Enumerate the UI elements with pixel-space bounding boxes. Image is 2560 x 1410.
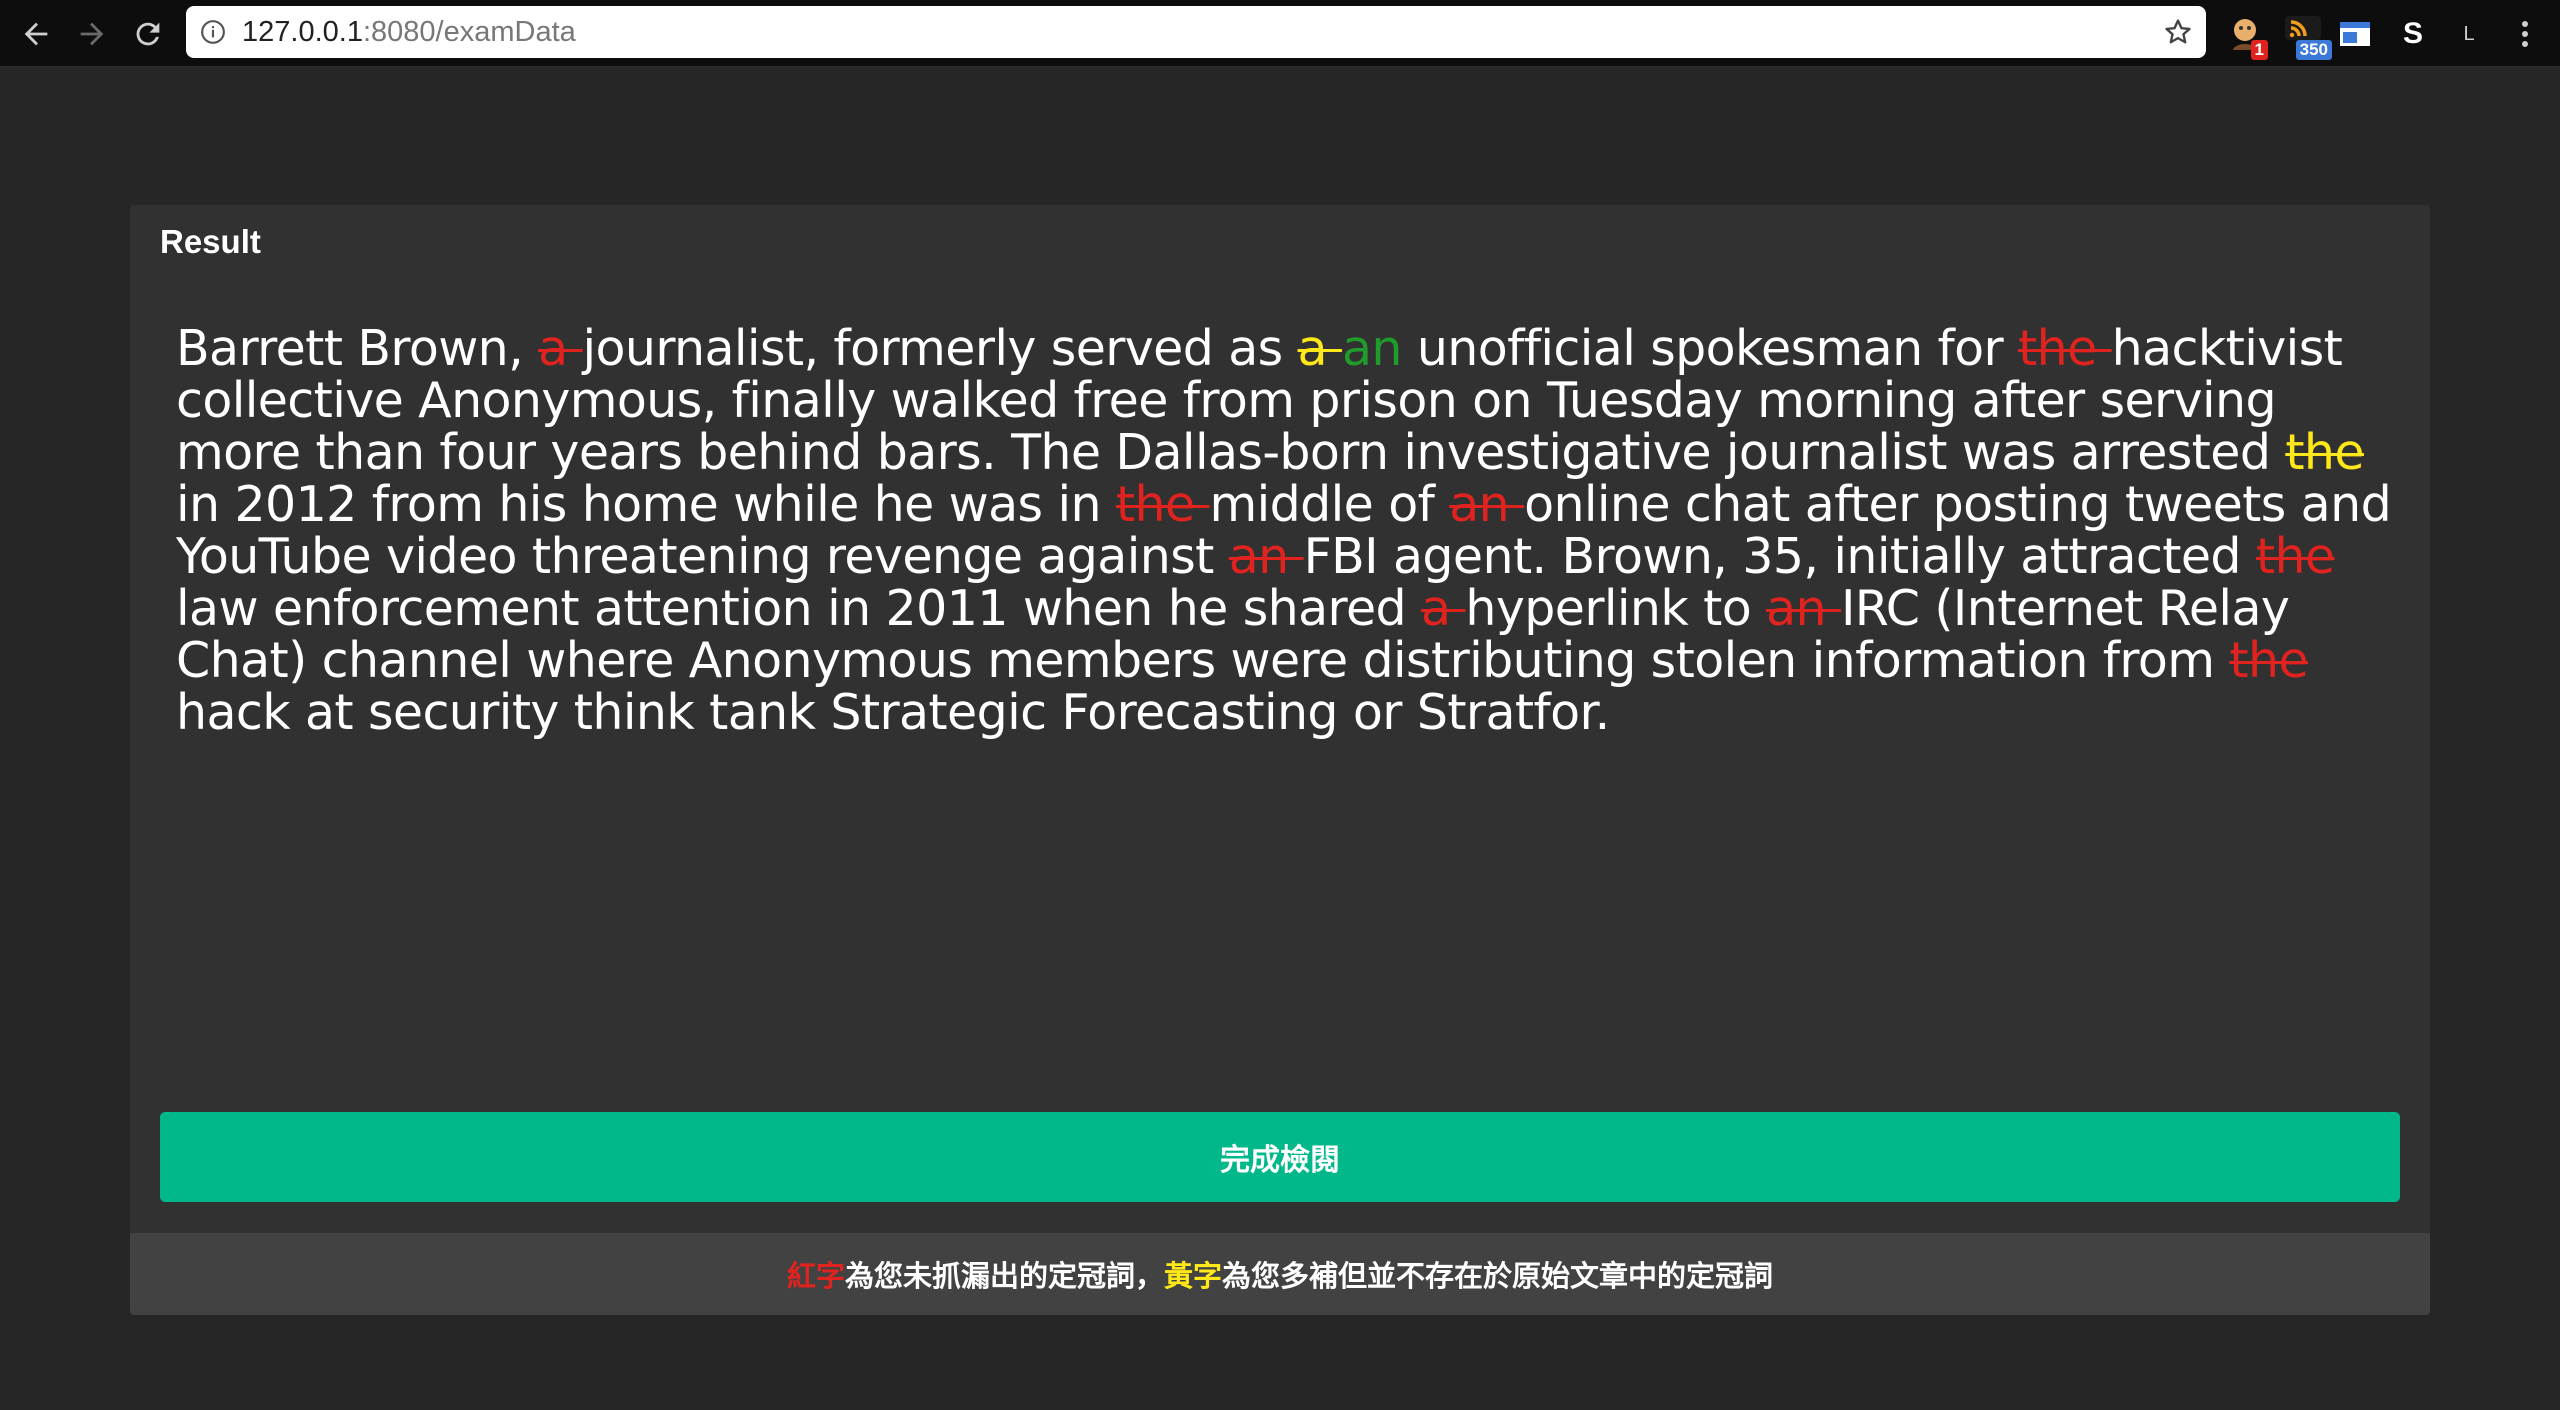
missed-article-word: an	[1228, 528, 1304, 585]
extra-article-word: a	[1297, 320, 1342, 377]
extra-article-word: the	[2285, 424, 2364, 481]
url-text: 127.0.0.1:8080/examData	[242, 15, 576, 48]
missed-article-word: an	[1766, 580, 1841, 637]
article-text-segment: hyperlink to	[1465, 580, 1767, 637]
missed-article-word: the	[2255, 528, 2335, 585]
article-text-segment: FBI agent. Brown, 35, initially attracte…	[1303, 528, 2256, 585]
result-card: Result Barrett Brown, a journalist, form…	[130, 205, 2430, 1315]
window-extension[interactable]	[2338, 10, 2372, 58]
article-text-segment: middle of	[1209, 476, 1450, 533]
window-extension-icon	[2340, 22, 2370, 46]
reload-icon	[136, 22, 160, 46]
missed-article-word: the	[2229, 632, 2309, 689]
extension-badge: 1	[2250, 40, 2268, 60]
article-text: Barrett Brown, a journalist, formerly se…	[176, 323, 2406, 739]
missed-article-word: a	[1421, 580, 1466, 637]
legend-red-description: 為您未抓漏出的定冠詞，	[844, 1259, 1164, 1293]
missed-article-word: a	[538, 320, 583, 377]
legend-yellow-description: 為您多補但並不存在於原始文章中的定冠詞	[1222, 1259, 1774, 1293]
forward-arrow-icon	[80, 22, 104, 46]
rss-extension[interactable]: 350	[2276, 10, 2332, 60]
article-text-segment: law enforcement attention in 2011 when h…	[176, 580, 1422, 637]
extension-avatar[interactable]: 1	[2220, 10, 2270, 60]
article-text-segment: journalist, formerly served as	[582, 320, 1298, 377]
l-extension-icon[interactable]: L	[2452, 10, 2486, 58]
article-text-segment: in 2012 from his home while he was in	[176, 476, 1116, 533]
info-icon[interactable]	[198, 17, 228, 47]
legend-yellow-word: 黃字	[1164, 1259, 1223, 1293]
back-arrow-icon	[24, 22, 48, 46]
forward-button[interactable]	[68, 10, 116, 58]
rss-badge: 350	[2295, 40, 2332, 60]
article-text-segment: Barrett Brown,	[176, 320, 539, 377]
s-extension-icon[interactable]: S	[2396, 10, 2430, 58]
back-button[interactable]	[12, 10, 60, 58]
card-title: Result	[160, 223, 261, 260]
reload-button[interactable]	[124, 10, 172, 58]
missed-article-word: the	[2018, 320, 2112, 377]
legend-red-word: 紅字	[786, 1259, 845, 1293]
bookmark-star-icon[interactable]	[2162, 16, 2194, 48]
address-bar[interactable]: 127.0.0.1:8080/examData	[186, 6, 2206, 58]
corrected-article-word: an	[1341, 320, 1402, 377]
legend-footer: 紅字 為您未抓漏出的定冠詞， 黃字 為您多補但並不存在於原始文章中的定冠詞	[130, 1233, 2430, 1315]
chrome-menu-button[interactable]	[2508, 10, 2542, 58]
article-text-segment: unofficial spokesman for	[1401, 320, 2019, 377]
article-text-segment: hack at security think tank Strategic Fo…	[176, 684, 1610, 741]
missed-article-word: an	[1449, 476, 1525, 533]
browser-toolbar: 127.0.0.1:8080/examData 1 350 S L	[0, 0, 2560, 68]
complete-review-button[interactable]: 完成檢閱	[160, 1112, 2400, 1202]
vertical-dots-icon	[2522, 21, 2528, 47]
missed-article-word: the	[1115, 476, 1210, 533]
